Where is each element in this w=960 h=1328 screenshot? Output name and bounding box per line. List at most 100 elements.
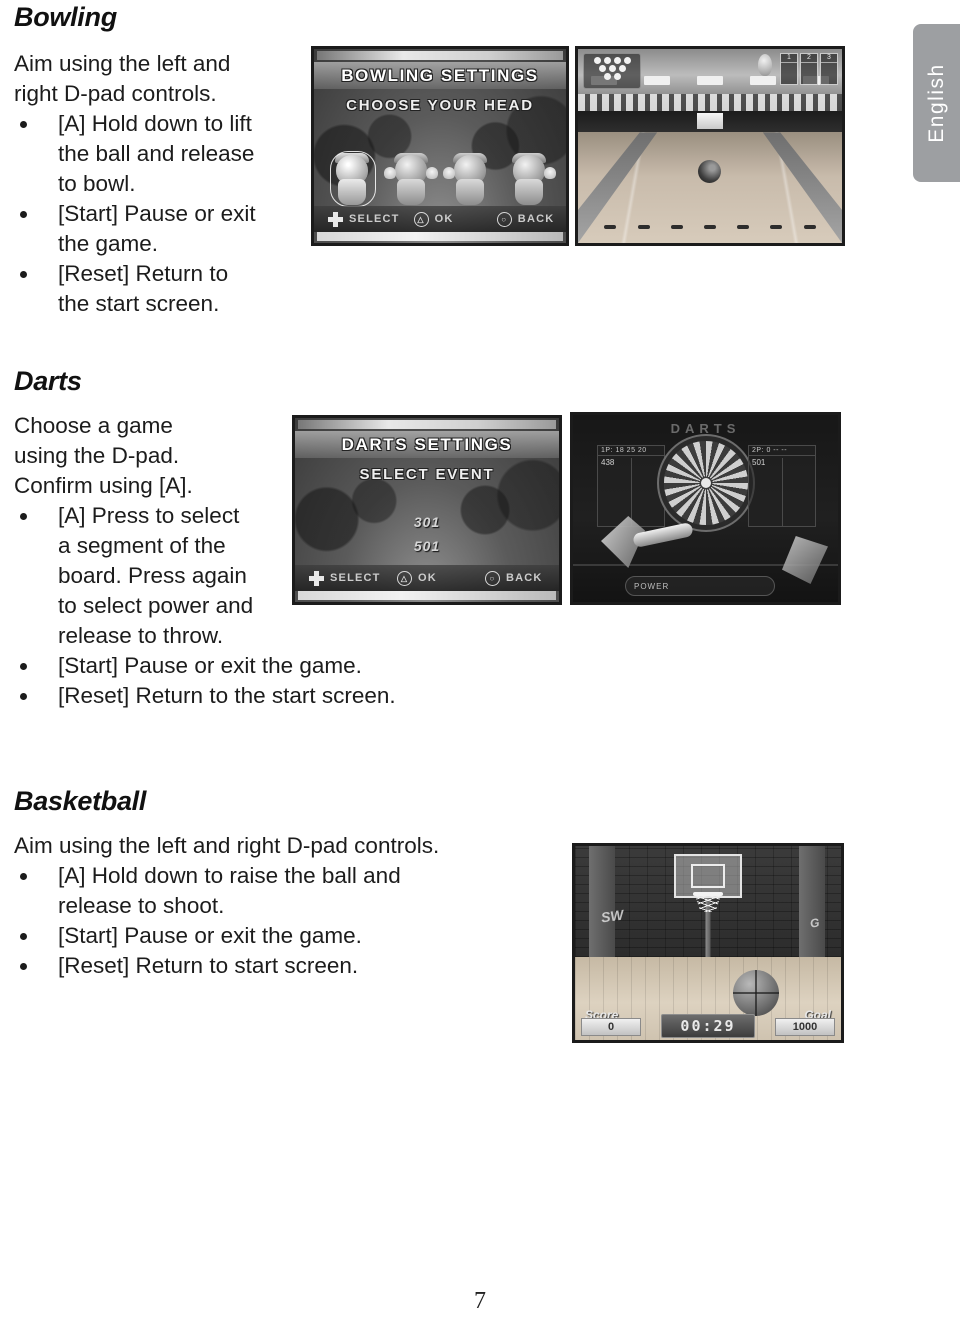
bullet-dot-icon	[20, 513, 27, 520]
bullet-line: [Start] Pause or exit	[58, 201, 256, 226]
footer-back-label: BACK	[506, 572, 543, 584]
darts-intro-line-3: Confirm using [A].	[14, 473, 193, 498]
screenshot-darts-gameplay: DARTS 1P: 18 25 20 438 2P: 0 -- -- 501 P…	[570, 412, 841, 605]
footer-select-label: SELECT	[330, 572, 381, 584]
circle-button-icon: ○	[496, 211, 512, 227]
pin-indicator-hud	[583, 53, 641, 89]
head-option-3[interactable]	[442, 149, 490, 205]
player1-header: 1P: 18 25 20	[598, 446, 664, 456]
bullet-line: [A] Hold down to lift	[58, 111, 252, 136]
top-strip	[298, 420, 556, 429]
player-avatar-icon	[758, 54, 772, 76]
score-frame: 1	[780, 53, 798, 85]
dpad-icon	[309, 570, 324, 586]
head-option-4[interactable]	[509, 149, 556, 205]
bowling-settings-title: BOWLING SETTINGS	[341, 65, 539, 85]
pin-icon	[613, 57, 621, 64]
darts-intro-line-1: Choose a game	[14, 413, 173, 438]
dart-foreground	[601, 510, 701, 576]
screenshot-bowling-settings: BOWLING SETTINGS CHOOSE YOUR HEAD SELECT…	[311, 46, 569, 246]
aim-dot	[604, 225, 617, 230]
footer-select-label: SELECT	[349, 213, 400, 225]
game-timer: 00:29	[661, 1014, 755, 1038]
list-item: [A] Hold down to lift the ball and relea…	[14, 109, 290, 199]
darts-settings-title: DARTS SETTINGS	[341, 434, 513, 454]
list-item: [A] Press to select a segment of the boa…	[14, 501, 304, 651]
power-meter-label: POWER	[634, 581, 670, 591]
list-item: [A] Hold down to raise the ball and rele…	[14, 861, 554, 921]
screenshot-bowling-lane: 1 2 3	[575, 46, 845, 246]
aim-dot	[737, 225, 750, 230]
backboard-target-square	[691, 864, 725, 888]
head-body	[514, 179, 543, 205]
bullet-dot-icon	[20, 211, 27, 218]
head-hand-right	[425, 167, 438, 179]
top-strip	[317, 51, 563, 60]
bullet-line: a segment of the	[58, 533, 226, 558]
pin-row	[588, 57, 636, 64]
footer-ok[interactable]: △ OK	[400, 211, 483, 227]
event-option-301[interactable]: 301	[295, 510, 559, 534]
bowling-bullet-list: [A] Hold down to lift the ball and relea…	[14, 109, 290, 319]
score-value: 0	[581, 1018, 641, 1036]
pin-icon	[593, 57, 601, 64]
frame-number: 2	[801, 54, 817, 63]
hoop-rim	[693, 892, 723, 896]
footer-ok-label: OK	[418, 572, 437, 584]
power-meter[interactable]: POWER	[625, 576, 775, 596]
head-hand-left	[383, 167, 396, 179]
lane-aim-dots	[604, 225, 816, 230]
bowling-scoreboard: 1 2 3	[780, 53, 838, 85]
page-number: 7	[474, 1288, 486, 1314]
section-darts: Darts Choose a game using the D-pad. Con…	[14, 366, 396, 711]
footer-back[interactable]: ○ BACK	[471, 570, 559, 586]
head-hand-right	[543, 167, 556, 179]
section-title-basketball: Basketball	[14, 786, 147, 816]
light	[749, 75, 776, 85]
bullet-line: [Reset] Return to start screen.	[58, 953, 359, 978]
head-option-1[interactable]	[329, 149, 376, 207]
wall-pillar-left	[589, 846, 615, 957]
list-item: [Reset] Return to start screen.	[14, 951, 554, 981]
basketball-bullet-list: [A] Hold down to raise the ball and rele…	[14, 861, 554, 981]
darts-intro-line-2: using the D-pad.	[14, 443, 180, 468]
circle-button-icon: ○	[485, 570, 500, 586]
aim-dot	[704, 225, 716, 230]
bullet-line: board. Press again	[58, 563, 247, 588]
bottom-strip	[317, 232, 563, 241]
bullet-line: to select power and	[58, 593, 254, 618]
section-bowling: Bowling Aim using the left and right D-p…	[14, 2, 290, 319]
aim-dot	[803, 225, 816, 230]
footer-select[interactable]: SELECT	[314, 211, 400, 227]
list-item: [Start] Pause or exit the game.	[14, 651, 362, 681]
bullet-line: [Reset] Return to the start screen.	[58, 683, 396, 708]
triangle-button-icon: △	[397, 570, 412, 586]
head-option-2[interactable]	[383, 149, 438, 205]
bullet-dot-icon	[20, 933, 27, 940]
bowling-intro-line-2: right D-pad controls.	[14, 81, 217, 106]
bullet-dot-icon	[20, 963, 27, 970]
aim-dot	[670, 225, 683, 230]
event-option-501[interactable]: 501	[295, 534, 559, 558]
frame-number: 3	[821, 54, 837, 63]
graffiti-left: SW	[599, 906, 625, 926]
bowling-intro-line-1: Aim using the left and	[14, 51, 231, 76]
bowling-ball[interactable]	[698, 159, 722, 183]
player2-header: 2P: 0 -- --	[749, 446, 815, 456]
head-chooser[interactable]	[322, 133, 558, 207]
darts-game-title: DARTS	[670, 421, 741, 436]
footer-ok[interactable]: △ OK	[383, 570, 471, 586]
bowling-settings-subtitle: CHOOSE YOUR HEAD	[346, 97, 534, 114]
bullet-line: [Start] Pause or exit the game.	[58, 653, 362, 678]
language-tab-label: English	[924, 63, 948, 143]
aim-dot	[770, 225, 783, 230]
bullet-line: [Reset] Return to	[58, 261, 229, 286]
list-item: [Reset] Return to the start screen.	[14, 681, 396, 711]
pin-icon	[608, 65, 616, 72]
dart-barrel	[632, 521, 694, 549]
footer-back[interactable]: ○ BACK	[483, 211, 566, 227]
triangle-button-icon: △	[413, 211, 429, 227]
footer-back-label: BACK	[517, 213, 555, 225]
event-option-list[interactable]: 301 501	[295, 510, 559, 558]
footer-select[interactable]: SELECT	[295, 570, 383, 586]
